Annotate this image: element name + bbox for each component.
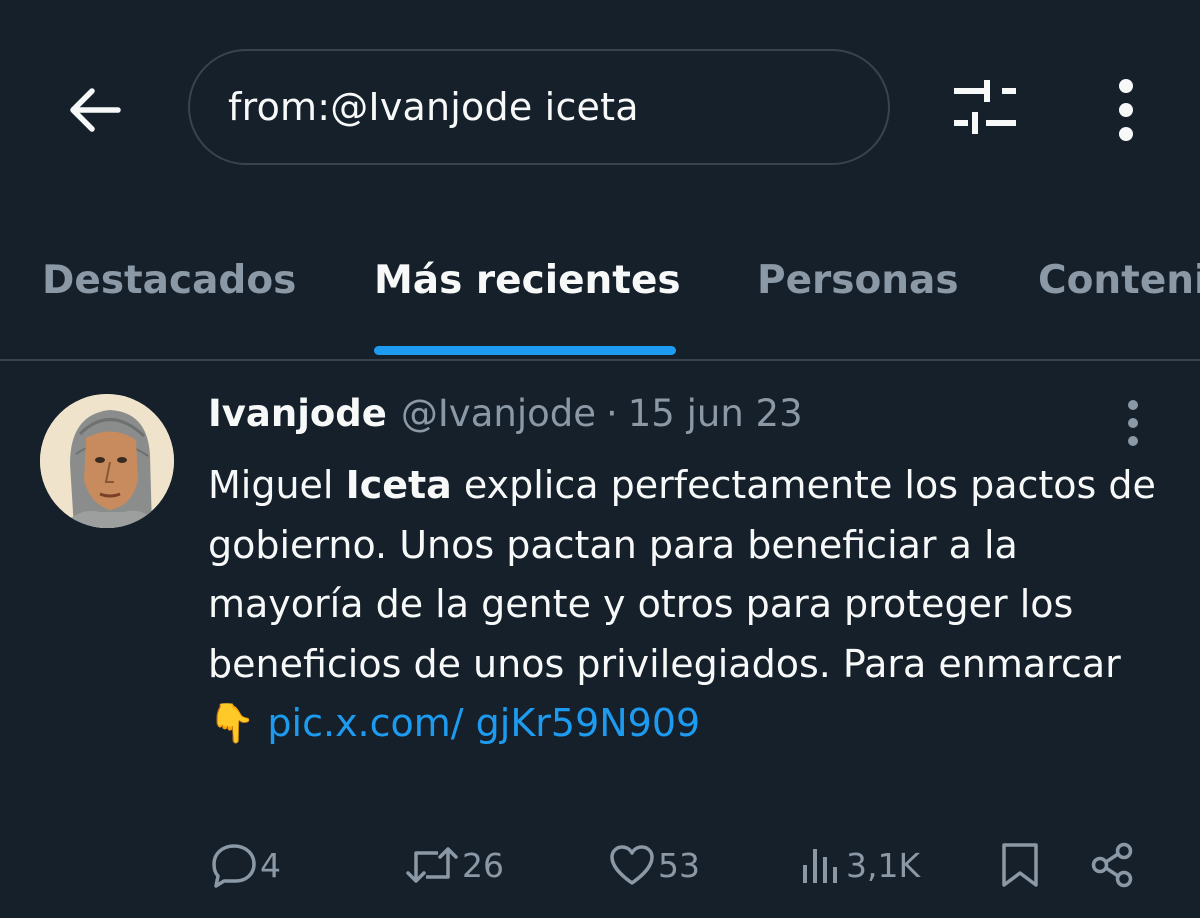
arrow-left-icon [66,86,122,134]
tweet-media-link[interactable]: pic.x.com/ gjKr59N909 [267,701,700,745]
like-count: 53 [658,845,700,885]
tab-personas[interactable]: Personas [757,258,959,303]
views-button[interactable]: 3,1K [800,830,920,900]
tweet-text-highlight: Iceta [345,463,452,507]
search-filter-button[interactable] [950,78,1024,142]
retweet-count: 26 [462,845,504,885]
search-input[interactable]: from:@Ivanjode iceta [188,49,890,165]
tab-contenido[interactable]: Contenido [1038,258,1200,303]
tweet-text: Miguel Iceta explica perfectamente los p… [208,456,1168,754]
tweet-date[interactable]: 15 jun 23 [628,392,803,435]
like-button[interactable]: 53 [608,830,700,900]
heart-icon [608,843,656,887]
search-query-text: from:@Ivanjode iceta [228,85,639,129]
author-handle[interactable]: @Ivanjode [401,392,596,435]
author-name[interactable]: Ivanjode [208,392,387,435]
tweet-more-button[interactable] [1116,398,1150,448]
tweet-header: Ivanjode @Ivanjode · 15 jun 23 [208,392,803,444]
header-separator: · [606,392,618,435]
search-tabs: Destacados Más recientes Personas Conten… [0,240,1200,360]
reply-count: 4 [260,845,281,885]
pointing-down-emoji: 👇 [208,701,256,745]
reply-icon [210,842,258,888]
vertical-dots-icon [1116,78,1136,142]
back-button[interactable] [60,76,128,144]
tweet-text-part1: Miguel [208,463,346,507]
views-count: 3,1K [846,845,921,885]
search-results-screen: from:@Ivanjode iceta Destacados Más reci… [0,0,1200,918]
avatar-portrait-image [40,394,174,528]
tweet-actions: 4 26 53 3,1K [0,830,1200,900]
sliders-icon [950,78,1024,142]
bar-chart-icon [800,843,844,887]
tab-destacados[interactable]: Destacados [42,258,296,303]
active-tab-indicator [374,346,676,355]
avatar[interactable] [40,394,174,528]
reply-button[interactable]: 4 [210,830,281,900]
retweet-button[interactable]: 26 [404,830,504,900]
share-button[interactable] [1088,830,1136,900]
bookmark-icon [1000,841,1040,889]
more-options-button[interactable] [1100,70,1152,150]
tabs-divider [0,359,1200,361]
retweet-icon [404,843,460,887]
bookmark-button[interactable] [1000,830,1040,900]
share-icon [1088,841,1136,889]
vertical-dots-icon [1116,398,1150,448]
tab-mas-recientes[interactable]: Más recientes [374,258,681,303]
